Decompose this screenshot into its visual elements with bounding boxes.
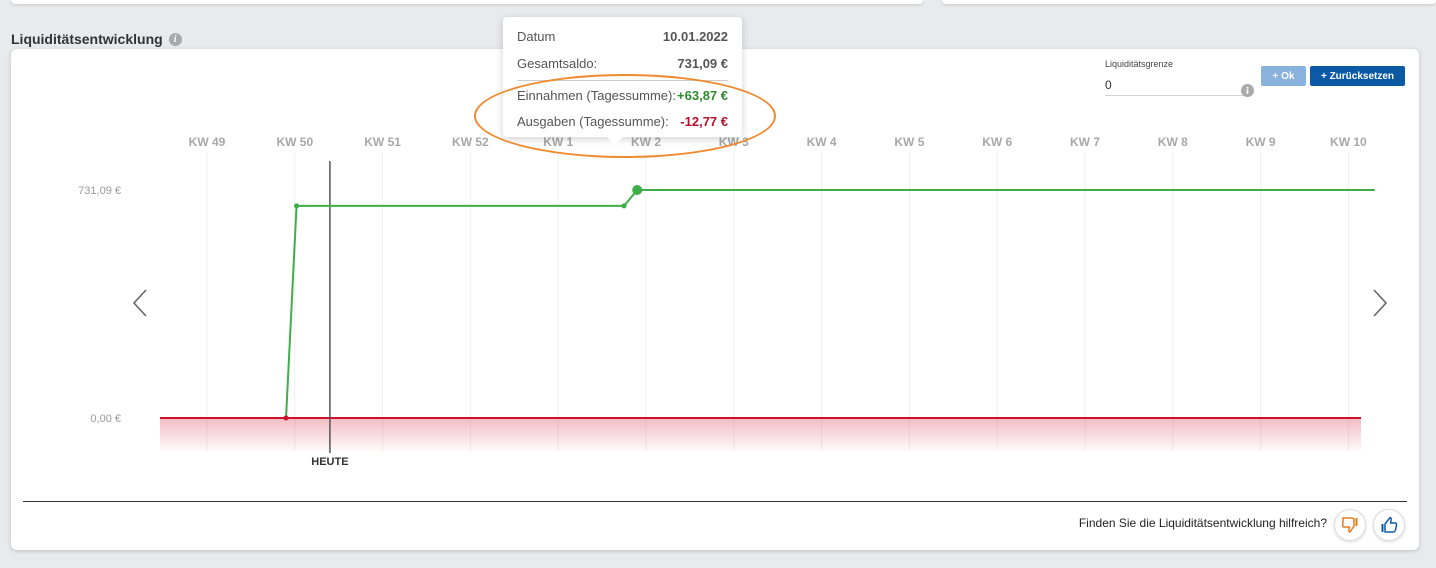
- tooltip-label: Datum: [517, 29, 556, 44]
- tooltip-value: +63,87 €: [677, 88, 728, 103]
- x-tick-label: KW 4: [807, 135, 837, 149]
- tooltip-label: Gesamtsaldo:: [517, 56, 598, 71]
- tooltip-row-income: Einnahmen (Tagessumme): +63,87 €: [517, 88, 728, 103]
- tooltip-row-date: Datum 10.01.2022: [517, 29, 728, 44]
- x-tick-label: KW 10: [1330, 135, 1367, 149]
- limit-area: [160, 418, 1361, 451]
- x-tick-label: KW 1: [543, 135, 573, 149]
- top-card-left: [11, 0, 923, 4]
- feedback-question: Finden Sie die Liquiditätsentwicklung hi…: [1078, 516, 1327, 530]
- thumbs-down-icon: [1342, 517, 1358, 533]
- x-tick-label: KW 5: [894, 135, 924, 149]
- tooltip-row-expense: Ausgaben (Tagessumme): -12,77 €: [517, 114, 728, 129]
- liquidity-limit-label: Liquiditätsgrenze: [1105, 59, 1174, 69]
- liquidity-limit-input[interactable]: [1105, 75, 1245, 96]
- divider: [23, 501, 1407, 502]
- section-title: Liquiditätsentwicklung i: [11, 31, 182, 47]
- x-tick-label: KW 2: [631, 135, 661, 149]
- balance-line: [285, 189, 1375, 419]
- ok-button[interactable]: + Ok: [1261, 66, 1306, 86]
- highlighted-data-point: [632, 185, 643, 195]
- thumbs-up-button[interactable]: [1373, 509, 1405, 541]
- today-label: HEUTE: [311, 456, 348, 468]
- chart-tooltip: Datum 10.01.2022 Gesamtsaldo: 731,09 € E…: [503, 17, 742, 145]
- thumbs-up-icon: [1381, 517, 1398, 533]
- tooltip-separator: [517, 80, 728, 81]
- data-point: [621, 203, 627, 209]
- tooltip-row-balance: Gesamtsaldo: 731,09 €: [517, 56, 728, 71]
- x-tick-label: KW 3: [719, 135, 749, 149]
- tooltip-value: 10.01.2022: [662, 29, 728, 44]
- tooltip-label: Ausgaben (Tagessumme):: [517, 114, 669, 129]
- x-tick-label: KW 51: [364, 135, 401, 149]
- data-point: [294, 203, 300, 209]
- x-tick-label: KW 52: [452, 135, 489, 149]
- x-tick-label: KW 49: [189, 135, 226, 149]
- x-tick-label: KW 9: [1246, 135, 1276, 149]
- tooltip-value: 731,09 €: [677, 56, 728, 71]
- info-icon[interactable]: i: [168, 32, 182, 46]
- top-card-right: [942, 0, 1436, 4]
- y-tick-label: 0,00 €: [90, 413, 121, 425]
- x-tick-label: KW 8: [1158, 135, 1188, 149]
- previous-arrow-icon[interactable]: [129, 286, 151, 320]
- thumbs-down-button[interactable]: [1334, 509, 1366, 541]
- tooltip-label: Einnahmen (Tagessumme):: [517, 88, 676, 103]
- x-tick-label: KW 6: [982, 135, 1012, 149]
- info-icon[interactable]: [1241, 84, 1254, 97]
- tooltip-value: -12,77 €: [680, 114, 728, 129]
- y-tick-label: 731,09 €: [78, 185, 121, 197]
- data-point: [283, 415, 289, 421]
- x-tick-label: KW 7: [1070, 135, 1100, 149]
- reset-button[interactable]: + Zurücksetzen: [1310, 66, 1405, 86]
- x-tick-label: KW 50: [276, 135, 313, 149]
- next-arrow-icon[interactable]: [1369, 286, 1391, 320]
- section-title-text: Liquiditätsentwicklung: [11, 31, 163, 47]
